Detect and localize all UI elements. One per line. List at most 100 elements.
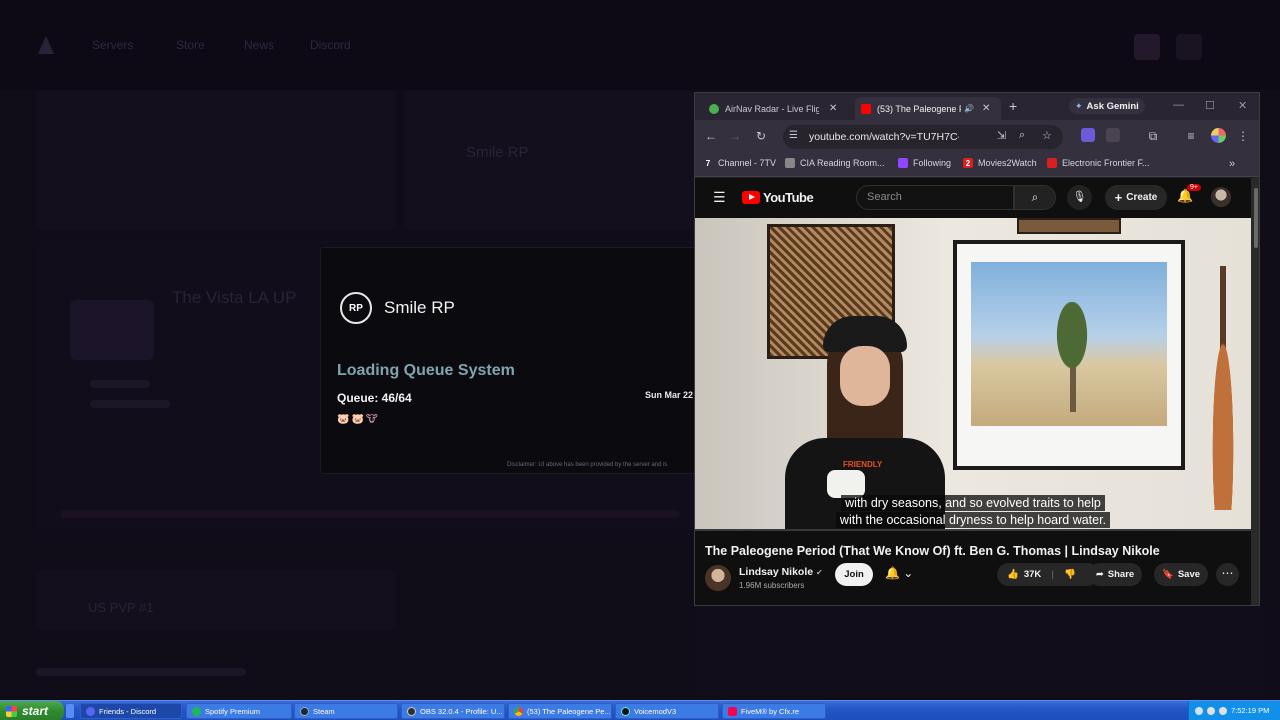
bookmark-7tv[interactable]: 7 Channel - 7TV	[703, 158, 776, 168]
bg-featured-thumb	[70, 300, 154, 360]
bg-featured-title: The Vista LA UP	[172, 288, 297, 307]
channel-name[interactable]: Lindsay Nikole ✔	[739, 566, 823, 578]
speaker-icon[interactable]: 🔊	[964, 104, 974, 113]
share-button[interactable]: ➦ Share	[1088, 563, 1142, 586]
minimize-icon[interactable]: —	[1173, 99, 1184, 111]
presenter-face	[840, 346, 890, 406]
bg-server-card-title: Smile RP	[466, 144, 529, 161]
verified-badge-icon: ✔	[816, 568, 823, 577]
taskbar-item-chrome[interactable]: (53) The Paleogene Pe...	[508, 703, 612, 719]
spotify-icon	[192, 706, 201, 716]
volume-icon[interactable]	[1219, 707, 1227, 715]
maximize-icon[interactable]: ☐	[1205, 99, 1215, 112]
search-button[interactable]: ⌕	[1014, 185, 1056, 210]
extension-icon[interactable]	[1081, 128, 1095, 142]
bg-nav-servers: Servers	[92, 38, 134, 52]
bookmark-movies2watch[interactable]: 2 Movies2Watch	[963, 158, 1037, 168]
join-button[interactable]: Join	[835, 563, 873, 586]
taskbar-label: Spotify Premium	[205, 706, 261, 716]
split-view-icon[interactable]: ⧉	[1145, 129, 1161, 144]
bookmark-star-icon[interactable]: ☆	[1042, 129, 1052, 142]
taskbar-label: Steam	[313, 706, 335, 716]
youtube-logo-icon[interactable]	[742, 191, 760, 204]
new-tab-button[interactable]: +	[1009, 98, 1017, 114]
search-input[interactable]: Search	[856, 185, 1014, 210]
subscribe-bell-icon[interactable]: 🔔 ⌄	[885, 566, 913, 580]
taskbar-item-steam[interactable]: Steam	[294, 703, 398, 719]
tray-icon[interactable]	[1195, 707, 1203, 715]
quick-launch-icon[interactable]	[66, 704, 74, 718]
chrome-icon	[514, 706, 523, 716]
video-progress-bar[interactable]	[695, 529, 1251, 531]
microphone-icon: 🎙	[1072, 191, 1087, 203]
taskbar-item-voicemod[interactable]: VoicemodV3	[615, 703, 719, 719]
bookmark-label: Movies2Watch	[978, 158, 1037, 168]
windows-flag-icon	[6, 705, 17, 717]
site-info-icon[interactable]: ☰	[789, 130, 798, 141]
taskbar-label: OBS 32.0.4 - Profile: U...	[420, 706, 503, 716]
save-icon: 🔖	[1161, 569, 1174, 580]
like-icon[interactable]: 👍	[1007, 569, 1019, 580]
page-scrollbar[interactable]	[1251, 178, 1259, 605]
reload-icon[interactable]: ↻	[753, 129, 769, 143]
divider: |	[1051, 569, 1054, 580]
taskbar: start Friends - Discord Spotify Premium …	[0, 700, 1280, 720]
voice-search-button[interactable]: 🎙	[1067, 185, 1092, 210]
bg-blur-line	[90, 380, 150, 388]
bookmarks-overflow-icon[interactable]: »	[1229, 158, 1235, 170]
dislike-icon[interactable]: 👎	[1064, 569, 1076, 580]
start-button[interactable]: start	[0, 701, 64, 720]
ask-gemini-button[interactable]: ✦ Ask Gemini	[1069, 98, 1145, 114]
close-icon[interactable]: ✕	[982, 103, 990, 114]
bg-list-item-title: US PVP #1	[88, 600, 154, 615]
notification-count-badge: 9+	[1187, 184, 1201, 191]
install-icon[interactable]: ⇲	[997, 129, 1006, 142]
taskbar-item-discord[interactable]: Friends - Discord	[80, 703, 182, 719]
media-controls-icon[interactable]: ≡	[1183, 129, 1199, 143]
back-icon[interactable]: ←	[703, 129, 719, 143]
tab-airnav[interactable]: AirNav Radar - Live Flight ✕	[703, 97, 855, 120]
address-bar[interactable]: ☰ youtube.com/watch?v=TU7H7C-dVkc ⇲ ⌕ ☆	[783, 125, 1063, 149]
forward-icon[interactable]: →	[727, 129, 743, 143]
profile-avatar[interactable]	[1211, 128, 1226, 143]
channel-avatar[interactable]	[705, 565, 731, 591]
start-label: start	[22, 704, 49, 718]
taskbar-item-spotify[interactable]: Spotify Premium	[186, 703, 292, 719]
zoom-icon[interactable]: ⌕	[1019, 129, 1025, 142]
emoji-row: 🐷🐷🐮	[337, 414, 380, 425]
youtube-logo-text[interactable]: YouTube	[763, 190, 814, 205]
save-label: Save	[1177, 569, 1201, 580]
close-icon[interactable]: ✕	[829, 103, 837, 114]
bookmark-eff[interactable]: Electronic Frontier F...	[1047, 158, 1150, 168]
bookmark-label: Following	[913, 158, 952, 168]
menu-kebab-icon[interactable]: ⋮	[1235, 129, 1251, 143]
tab-youtube[interactable]: (53) The Paleogene Pe 🔊 ✕	[855, 97, 1001, 120]
video-player[interactable]: FRIENDLY with dry seasons, and so evolve…	[695, 218, 1251, 531]
7tv-icon: 7	[705, 158, 711, 168]
account-avatar[interactable]	[1211, 187, 1231, 207]
logo-text: RP	[349, 302, 363, 314]
disclaimer-text: Disclaimer: UI above has been provided b…	[507, 462, 668, 468]
like-count[interactable]: 37K	[1024, 569, 1041, 580]
subscriber-count: 1.96M subscribers	[739, 581, 805, 590]
extensions-puzzle-icon[interactable]	[1106, 128, 1120, 142]
url-text[interactable]: youtube.com/watch?v=TU7H7C-dVkc	[809, 131, 959, 143]
create-button[interactable]: + Create	[1105, 185, 1167, 210]
taskbar-label: Friends - Discord	[99, 706, 157, 716]
bookmark-cia[interactable]: CIA Reading Room...	[785, 158, 885, 168]
window-close-icon[interactable]: ✕	[1238, 99, 1247, 112]
taskbar-item-fivem[interactable]: FiveM® by Cfx.re	[722, 703, 826, 719]
network-icon[interactable]	[1207, 707, 1215, 715]
bookmark-label: Channel - 7TV	[718, 158, 777, 168]
server-name: Smile RP	[384, 298, 455, 317]
search-placeholder: Search	[867, 191, 902, 203]
scrollbar-thumb[interactable]	[1254, 188, 1258, 248]
taskbar-item-obs[interactable]: OBS 32.0.4 - Profile: U...	[401, 703, 505, 719]
bookmark-following[interactable]: Following	[898, 158, 951, 168]
search-icon: ⌕	[1031, 190, 1039, 204]
hamburger-menu-icon[interactable]: ☰	[713, 189, 726, 206]
more-actions-icon[interactable]: ⋯	[1216, 563, 1239, 586]
bg-nav-discord: Discord	[310, 38, 351, 52]
save-button[interactable]: 🔖 Save	[1154, 563, 1208, 586]
bg-blur-line	[60, 510, 680, 518]
